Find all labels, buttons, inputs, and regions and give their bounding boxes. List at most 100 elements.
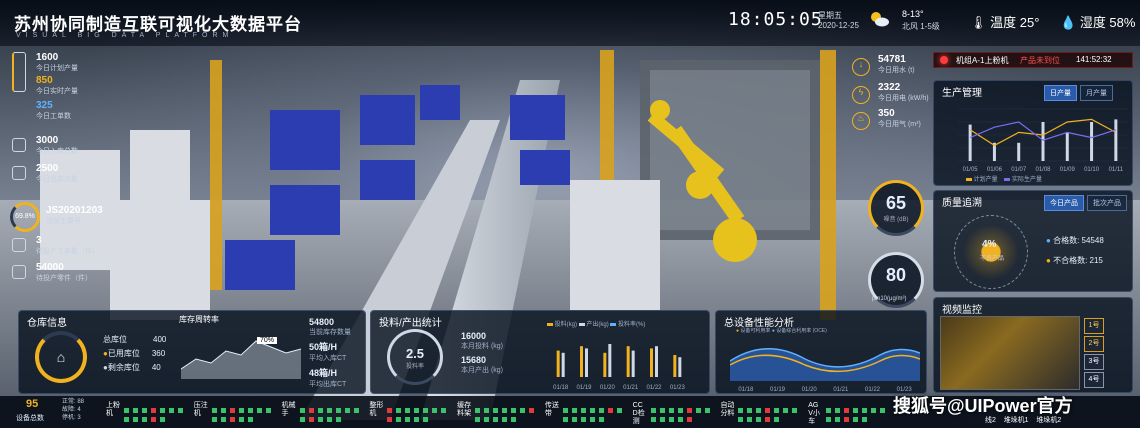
- device-group[interactable]: CCD检测: [633, 400, 721, 426]
- prod-bar: [1114, 119, 1118, 161]
- device-status-dot: [160, 408, 165, 413]
- device-status-dot: [317, 417, 323, 422]
- device-status-dot: [335, 417, 341, 422]
- device-status-dot: [765, 408, 771, 413]
- camera-1-button[interactable]: 1号: [1084, 318, 1104, 334]
- prod-bar: [1041, 122, 1045, 161]
- feed-out-label: 本月产出 (kg): [461, 367, 503, 374]
- device-status-dot: [441, 408, 447, 413]
- stat-plan-label: 今日计划产量: [36, 65, 78, 72]
- watermark-sub-1: 线2: [985, 417, 996, 424]
- device-group[interactable]: 自动分料: [720, 400, 808, 426]
- device-status-dot: [247, 408, 253, 413]
- device-group[interactable]: 整形机: [369, 400, 457, 426]
- row-total-label: 总库位: [103, 335, 127, 344]
- video-feed[interactable]: [940, 316, 1080, 390]
- device-status-dot: [756, 417, 762, 422]
- feed-x-label: 01/19: [576, 385, 592, 391]
- energy-water-value: 54781: [878, 54, 906, 65]
- legend-rate: 投料率(%): [618, 322, 646, 328]
- feed-bar: [650, 348, 653, 377]
- kpi-out-label: 平均出库CT: [309, 381, 347, 388]
- legend-oce: 设备综合利用率 (OCE): [776, 328, 827, 334]
- device-status-dot: [432, 408, 438, 413]
- fail-label: 不合格数: 215: [1053, 256, 1103, 265]
- production-tabs: 日产量 月产量: [1044, 85, 1113, 101]
- oee-chart: [730, 348, 920, 381]
- pass-dot: ●: [1046, 236, 1051, 245]
- tab-today[interactable]: 今日产品: [1044, 195, 1084, 211]
- device-status-dot: [756, 408, 762, 413]
- device-status-dot: [677, 417, 683, 422]
- humidity-label: 湿度 58%: [1079, 15, 1136, 30]
- stat-outbound-label: 今日出库总数: [36, 176, 78, 183]
- device-status-dot: [844, 417, 850, 422]
- oee-x-label: 01/19: [770, 387, 786, 393]
- device-status-dot: [133, 417, 138, 422]
- device-group[interactable]: 缓存料架: [457, 400, 545, 426]
- order-gauge: 69.8%: [10, 202, 40, 232]
- video-panel: 视频监控 1号 2号 3号 4号: [933, 297, 1133, 393]
- out-bar: [678, 357, 682, 377]
- out-bar: [631, 350, 635, 377]
- device-status-dot: [650, 408, 656, 413]
- prod-bar: [1065, 132, 1069, 161]
- watermark-sub: 线2 堆垛机1 堆垛机2: [985, 415, 1061, 425]
- quality-radar: [954, 215, 1028, 289]
- device-status-dot: [598, 417, 604, 422]
- stat-pending-orders-value: 3: [36, 235, 42, 246]
- device-group[interactable]: 压注机: [194, 400, 282, 426]
- device-status-dot: [571, 417, 577, 422]
- device-status-dot: [423, 417, 429, 422]
- home-icon: ⌂: [56, 349, 66, 365]
- device-status-dot: [668, 408, 674, 413]
- feed-bar: [556, 350, 560, 377]
- power-icon: ϟ: [852, 86, 870, 104]
- device-status-dot: [414, 417, 420, 422]
- energy-gas-value: 350: [878, 108, 895, 119]
- device-groups: 上粉机 压注机 机械手 整形机 缓存料架 传送带 CCD检测 自动分料 AGV小车: [106, 400, 896, 426]
- device-status-dot: [220, 417, 226, 422]
- camera-4-button[interactable]: 4号: [1084, 372, 1104, 388]
- device-status-dot: [502, 417, 508, 422]
- device-status-dot: [571, 408, 577, 413]
- tab-batch[interactable]: 批次产品: [1087, 195, 1127, 211]
- device-group[interactable]: 传送带: [545, 400, 633, 426]
- device-status-dot: [256, 408, 262, 413]
- row-free-label: 剩余库位: [107, 363, 140, 372]
- device-status-dot: [493, 408, 499, 413]
- device-status-dots: [385, 404, 453, 422]
- device-status-dot: [151, 408, 156, 413]
- alarm-bar[interactable]: 机组A-1上粉机 产品未到位 141:52:32: [933, 52, 1133, 68]
- prod-x-label: 01/11: [1109, 167, 1124, 173]
- device-status-dots: [473, 404, 541, 422]
- wind: 北风 1-5级: [902, 22, 940, 31]
- warehouse-panel: 仓库信息 ⌂ 总库位 400 ●已用库位 360 ●剩余库位 40 库存周转率 70%…: [18, 310, 366, 394]
- tab-monthly[interactable]: 月产量: [1080, 85, 1113, 101]
- camera-3-button[interactable]: 3号: [1084, 354, 1104, 370]
- device-total-label: 设备总数: [16, 415, 44, 422]
- feed-title: 投料/产出统计: [379, 318, 442, 329]
- device-status-dots: [210, 404, 278, 422]
- fail-dot: ●: [1046, 256, 1051, 265]
- tab-daily[interactable]: 日产量: [1044, 85, 1077, 101]
- watermark-sub-3: 堆垛机2: [1036, 417, 1062, 424]
- energy-power-value: 2322: [878, 82, 901, 93]
- device-status-dot: [562, 408, 568, 413]
- device-status-dot: [607, 408, 613, 413]
- device-status-dot: [220, 408, 226, 413]
- device-group[interactable]: AGV小车: [808, 400, 896, 426]
- device-group[interactable]: 上粉机: [106, 400, 194, 426]
- legend-actual-swatch: [1004, 178, 1011, 181]
- legend-avail-swatch: ●: [736, 328, 740, 334]
- device-count-normal: 正常: 88: [62, 399, 85, 405]
- stat-inbound: 3000 今日入库总数: [36, 135, 78, 156]
- feed-legend: 投料(kg) 产出(kg) 投料率(%): [547, 319, 645, 328]
- device-status-dot: [238, 417, 244, 422]
- stat-actual: 850 今日实时产量: [36, 75, 78, 96]
- prod-bar: [1017, 142, 1021, 161]
- device-status-dot: [151, 417, 156, 422]
- camera-2-button[interactable]: 2号: [1084, 336, 1104, 352]
- device-group[interactable]: 机械手: [282, 400, 370, 426]
- device-status-dot: [738, 417, 744, 422]
